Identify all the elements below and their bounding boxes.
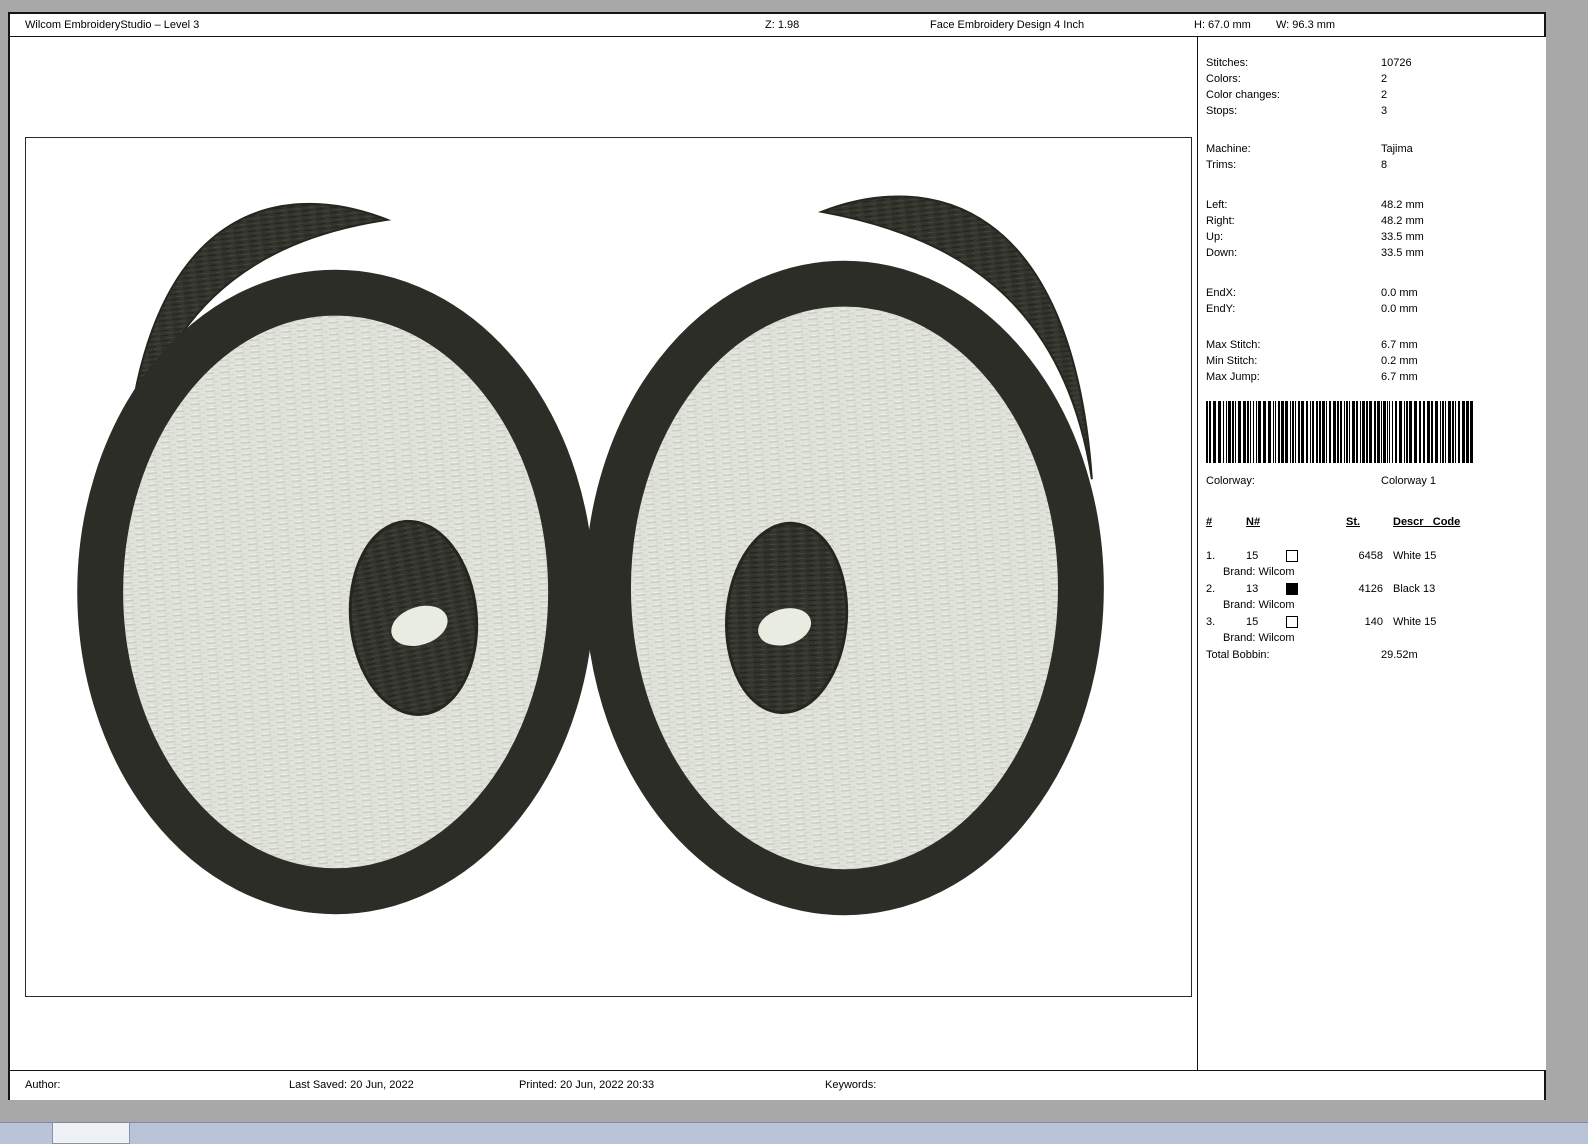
info-row-up: Up: 33.5 mm: [1198, 229, 1546, 245]
thread-descr: White 15: [1393, 616, 1437, 628]
info-row-stitches: Stitches: 10726: [1198, 55, 1546, 71]
info-label: Colors:: [1206, 73, 1241, 85]
thread-row: 2. 13 4126 Black 13: [1198, 581, 1546, 597]
thread-num: 3.: [1206, 616, 1216, 628]
info-panel: Stitches: 10726 Colors: 2 Color changes:…: [1197, 37, 1546, 1070]
col-header-descr: Descr _Code: [1393, 516, 1461, 528]
thread-brand: Brand: Wilcom: [1223, 566, 1295, 578]
thread-color-swatch: [1286, 550, 1298, 562]
thread-stitches: 140: [1364, 616, 1383, 628]
info-label: Machine:: [1206, 143, 1251, 155]
info-row-color-changes: Color changes: 2: [1198, 87, 1546, 103]
info-label: EndX:: [1206, 287, 1236, 299]
thread-row: 1. 15 6458 White 15: [1198, 548, 1546, 564]
info-value: Tajima: [1381, 143, 1413, 155]
info-row-trims: Trims: 8: [1198, 157, 1546, 173]
zoom-level: Z: 1.98: [765, 19, 800, 31]
col-header-n: N#: [1246, 516, 1261, 528]
total-bobbin-row: Total Bobbin: 29.52m: [1198, 647, 1546, 663]
info-value: 2: [1381, 73, 1388, 85]
keywords-label: Keywords:: [825, 1079, 877, 1091]
info-value: 3: [1381, 105, 1388, 117]
info-value: 10726: [1381, 57, 1412, 69]
app-title: Wilcom EmbroideryStudio – Level 3: [25, 19, 200, 31]
info-label: Stitches:: [1206, 57, 1249, 69]
thread-row: 3. 15 140 White 15: [1198, 614, 1546, 630]
info-row-colors: Colors: 2: [1198, 71, 1546, 87]
page-tab[interactable]: [52, 1123, 130, 1144]
print-preview-page: Wilcom EmbroideryStudio – Level 3 Z: 1.9…: [8, 12, 1546, 1100]
info-value: 6.7 mm: [1381, 371, 1418, 383]
thread-num: 2.: [1206, 583, 1216, 595]
info-label: Max Jump:: [1206, 371, 1260, 383]
info-row-left: Left: 48.2 mm: [1198, 197, 1546, 213]
design-canvas: [25, 137, 1192, 997]
info-row-stops: Stops: 3: [1198, 103, 1546, 119]
info-row-endy: EndY: 0.0 mm: [1198, 301, 1546, 317]
info-label: Color changes:: [1206, 89, 1280, 101]
thread-brand: Brand: Wilcom: [1223, 599, 1295, 611]
info-value: 0.0 mm: [1381, 287, 1418, 299]
info-label: Right:: [1206, 215, 1235, 227]
info-label: Max Stitch:: [1206, 339, 1261, 351]
info-label: Left:: [1206, 199, 1228, 211]
barcode: [1206, 401, 1478, 463]
colorway-label: Colorway:: [1206, 475, 1255, 487]
info-value: 0.2 mm: [1381, 355, 1418, 367]
thread-brand: Brand: Wilcom: [1223, 632, 1295, 644]
last-saved-label: Last Saved: 20 Jun, 2022: [289, 1079, 414, 1091]
thread-n: 13: [1246, 583, 1259, 595]
info-value: 48.2 mm: [1381, 215, 1424, 227]
thread-stitches: 4126: [1358, 583, 1383, 595]
info-label: Min Stitch:: [1206, 355, 1258, 367]
info-label: Up:: [1206, 231, 1224, 243]
info-value: 6.7 mm: [1381, 339, 1418, 351]
thread-num: 1.: [1206, 550, 1216, 562]
thread-table-header: # N# St. Descr _Code: [1198, 514, 1546, 530]
info-value: 8: [1381, 159, 1388, 171]
colorway-value: Colorway 1: [1381, 475, 1437, 487]
info-row-endx: EndX: 0.0 mm: [1198, 285, 1546, 301]
col-header-st: St.: [1346, 516, 1361, 528]
total-bobbin-value: 29.52m: [1381, 649, 1418, 661]
printed-label: Printed: 20 Jun, 2022 20:33: [519, 1079, 655, 1091]
design-title: Face Embroidery Design 4 Inch: [930, 19, 1085, 31]
thread-n: 15: [1246, 616, 1259, 628]
info-label: EndY:: [1206, 303, 1236, 315]
thread-stitches: 6458: [1358, 550, 1383, 562]
design-height: H: 67.0 mm: [1194, 19, 1251, 31]
thread-color-swatch: [1286, 616, 1298, 628]
colorway-row: Colorway: Colorway 1: [1198, 473, 1546, 489]
thread-color-swatch: [1286, 583, 1298, 595]
thread-n: 15: [1246, 550, 1259, 562]
info-label: Trims:: [1206, 159, 1237, 171]
bottom-bar: [0, 1122, 1588, 1144]
info-row-max-stitch: Max Stitch: 6.7 mm: [1198, 337, 1546, 353]
left-eye: [77, 269, 595, 915]
info-value: 33.5 mm: [1381, 247, 1424, 259]
col-header-num: #: [1206, 516, 1213, 528]
info-value: 33.5 mm: [1381, 231, 1424, 243]
info-label: Stops:: [1206, 105, 1238, 117]
design-width: W: 96.3 mm: [1276, 19, 1336, 31]
thread-descr: White 15: [1393, 550, 1437, 562]
info-value: 2: [1381, 89, 1388, 101]
embroidery-design-graphic: [77, 195, 1104, 916]
footer-bar: Author: Last Saved: 20 Jun, 2022 Printed…: [10, 1070, 1544, 1100]
info-row-machine: Machine: Tajima: [1198, 141, 1546, 157]
info-row-max-jump: Max Jump: 6.7 mm: [1198, 369, 1546, 385]
info-row-min-stitch: Min Stitch: 0.2 mm: [1198, 353, 1546, 369]
total-bobbin-label: Total Bobbin:: [1206, 649, 1270, 661]
info-value: 48.2 mm: [1381, 199, 1424, 211]
thread-descr: Black 13: [1393, 583, 1436, 595]
header-bar: Wilcom EmbroideryStudio – Level 3 Z: 1.9…: [10, 14, 1544, 37]
author-label: Author:: [25, 1079, 61, 1091]
info-row-right: Right: 48.2 mm: [1198, 213, 1546, 229]
info-value: 0.0 mm: [1381, 303, 1418, 315]
info-row-down: Down: 33.5 mm: [1198, 245, 1546, 261]
info-label: Down:: [1206, 247, 1238, 259]
